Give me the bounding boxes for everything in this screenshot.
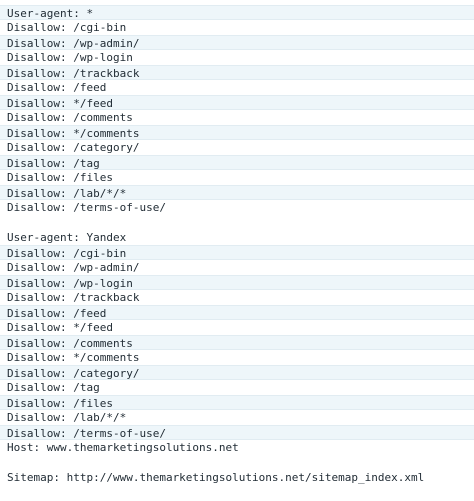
code-line: Disallow: /wp-login bbox=[0, 50, 474, 65]
code-line: Disallow: /files bbox=[0, 395, 474, 410]
code-line: Sitemap: http://www.themarketingsolution… bbox=[0, 470, 474, 485]
code-line: Disallow: /lab/*/* bbox=[0, 185, 474, 200]
code-line: Disallow: */feed bbox=[0, 95, 474, 110]
code-line: Disallow: /lab/*/* bbox=[0, 410, 474, 425]
code-line: Disallow: /comments bbox=[0, 335, 474, 350]
code-line: Disallow: /cgi-bin bbox=[0, 245, 474, 260]
blank-line bbox=[0, 215, 474, 230]
code-line: Disallow: /trackback bbox=[0, 65, 474, 80]
code-line: User-agent: * bbox=[0, 5, 474, 20]
code-line: Disallow: /tag bbox=[0, 155, 474, 170]
code-line: Disallow: /category/ bbox=[0, 140, 474, 155]
code-line: Host: www.themarketingsolutions.net bbox=[0, 440, 474, 455]
code-line: Disallow: /wp-login bbox=[0, 275, 474, 290]
code-line: Disallow: /terms-of-use/ bbox=[0, 425, 474, 440]
code-line: Disallow: */comments bbox=[0, 125, 474, 140]
code-line: Disallow: */feed bbox=[0, 320, 474, 335]
code-line: Disallow: /trackback bbox=[0, 290, 474, 305]
code-line: Disallow: /cgi-bin bbox=[0, 20, 474, 35]
blank-line bbox=[0, 455, 474, 470]
robots-txt-listing: User-agent: * Disallow: /cgi-bin Disallow:… bbox=[0, 5, 474, 485]
code-line: Disallow: /feed bbox=[0, 80, 474, 95]
code-line: Disallow: */comments bbox=[0, 350, 474, 365]
code-line: Disallow: /category/ bbox=[0, 365, 474, 380]
code-line: User-agent: Yandex bbox=[0, 230, 474, 245]
code-line: Disallow: /feed bbox=[0, 305, 474, 320]
code-line: Disallow: /comments bbox=[0, 110, 474, 125]
code-line: Disallow: /files bbox=[0, 170, 474, 185]
code-line: Disallow: /tag bbox=[0, 380, 474, 395]
code-line: Disallow: /wp-admin/ bbox=[0, 35, 474, 50]
code-line: Disallow: /wp-admin/ bbox=[0, 260, 474, 275]
code-line: Disallow: /terms-of-use/ bbox=[0, 200, 474, 215]
